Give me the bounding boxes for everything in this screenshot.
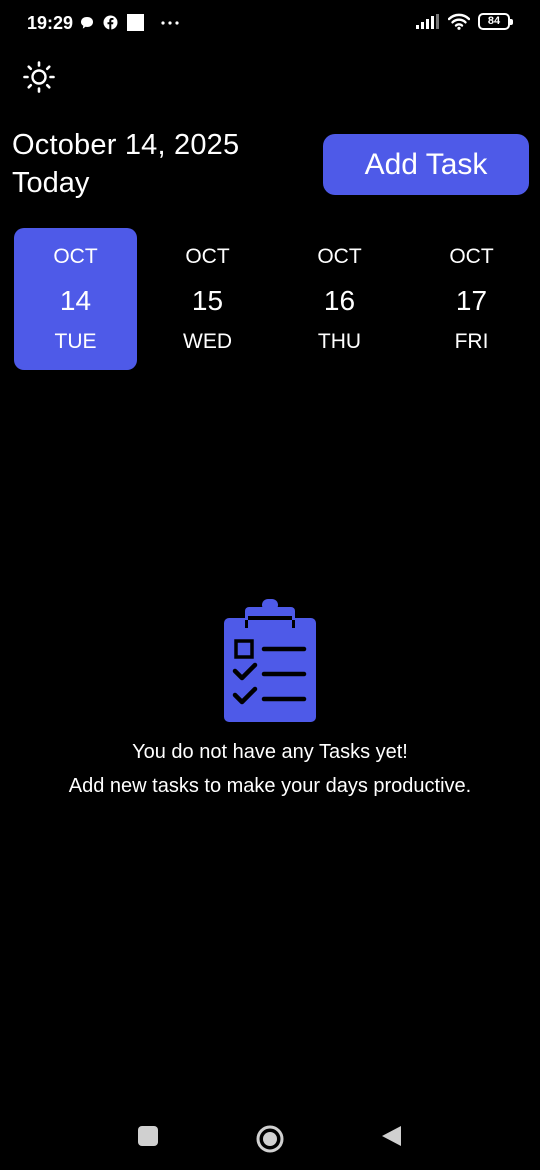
more-dots-icon	[161, 20, 179, 26]
date-item-oct-14[interactable]: OCT 14 TUE	[14, 228, 137, 370]
date-item-oct-17[interactable]: OCT 17 FRI	[410, 228, 533, 370]
today-label: Today	[12, 167, 90, 199]
wifi-icon	[448, 13, 470, 30]
square-notification-icon	[127, 14, 144, 31]
status-system-icons: 84	[416, 13, 513, 30]
date-weekday: TUE	[54, 330, 97, 353]
chat-bubble-icon	[80, 16, 94, 30]
status-bar: 19:29 84	[0, 0, 540, 46]
back-icon	[382, 1126, 401, 1146]
add-task-button[interactable]: Add Task	[323, 134, 529, 195]
recent-apps-button[interactable]	[136, 1124, 160, 1148]
date-day: 16	[323, 285, 356, 316]
status-notification-icons	[80, 14, 179, 31]
sun-icon	[23, 61, 55, 93]
home-button[interactable]	[255, 1124, 285, 1154]
clipboard-checklist-icon	[224, 599, 316, 722]
battery-level: 84	[487, 15, 501, 27]
date-item-oct-15[interactable]: OCT 15 WED	[146, 228, 269, 370]
theme-toggle-button[interactable]	[22, 60, 56, 94]
date-day: 14	[59, 285, 92, 316]
facebook-icon	[103, 15, 118, 30]
home-icon	[256, 1125, 284, 1153]
date-day: 17	[455, 285, 488, 316]
date-weekday: THU	[317, 330, 362, 353]
date-item-oct-16[interactable]: OCT 16 THU	[278, 228, 401, 370]
recent-apps-icon	[138, 1126, 158, 1146]
date-day: 15	[191, 285, 224, 316]
current-date-heading: October 14, 2025	[12, 129, 240, 161]
empty-state-subtitle: Add new tasks to make your days producti…	[68, 775, 472, 797]
status-time: 19:29	[27, 13, 74, 33]
date-month: OCT	[53, 245, 98, 268]
date-month: OCT	[317, 245, 362, 268]
signal-icon	[416, 13, 440, 30]
back-button[interactable]	[379, 1124, 403, 1148]
date-month: OCT	[185, 245, 230, 268]
date-weekday: WED	[183, 330, 232, 353]
empty-state-title: You do not have any Tasks yet!	[132, 741, 408, 763]
system-navigation-bar	[0, 1110, 540, 1170]
battery-icon: 84	[478, 13, 513, 30]
date-month: OCT	[449, 245, 494, 268]
date-weekday: FRI	[454, 330, 489, 353]
date-picker-strip: OCT 14 TUE OCT 15 WED OCT 16 THU OCT 17 …	[14, 228, 534, 370]
